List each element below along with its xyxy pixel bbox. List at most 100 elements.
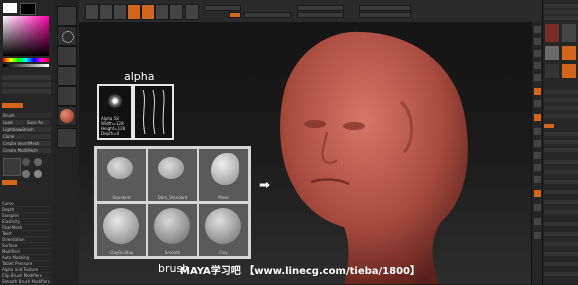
brush-thumb[interactable]: Move xyxy=(199,149,248,201)
brush-thumb[interactable]: Clay xyxy=(199,204,248,256)
subtool-row[interactable] xyxy=(544,272,578,276)
actual-button[interactable] xyxy=(534,74,541,81)
subtool-row[interactable] xyxy=(544,180,578,184)
alpha-stroke-preview[interactable] xyxy=(135,86,172,138)
tool-thumbnail[interactable] xyxy=(562,24,576,42)
tool-row[interactable] xyxy=(544,10,578,14)
scale-view-button[interactable] xyxy=(534,164,541,171)
color-row[interactable] xyxy=(2,82,51,87)
brush-preview-large[interactable] xyxy=(3,158,21,176)
draw-button[interactable] xyxy=(127,4,141,20)
transp-button[interactable] xyxy=(534,204,541,211)
stroke-slot-button[interactable] xyxy=(57,26,77,46)
subtool-row[interactable] xyxy=(544,190,578,194)
color-picker[interactable] xyxy=(3,16,49,56)
subtool-row[interactable] xyxy=(544,252,578,256)
tool-thumbnail[interactable] xyxy=(545,24,559,42)
tool-row[interactable] xyxy=(544,4,578,8)
brush-slot-button[interactable] xyxy=(57,6,77,26)
texture-swatch[interactable] xyxy=(20,3,36,15)
create-insertmesh-button[interactable]: Create InsertMesh xyxy=(2,141,51,146)
subtool-thumbnail[interactable] xyxy=(562,64,576,78)
toolbar-button[interactable] xyxy=(99,4,113,20)
spix-button[interactable] xyxy=(534,38,541,45)
brush-thumb[interactable]: Standard xyxy=(97,149,146,201)
persp-button[interactable] xyxy=(534,88,541,95)
brush-thumb[interactable]: Smooth xyxy=(148,204,197,256)
brush-thumb[interactable]: ClayBuildup xyxy=(97,204,146,256)
texture-slot-button[interactable] xyxy=(57,66,77,86)
subtool-thumbnail[interactable] xyxy=(545,64,559,78)
floor-button[interactable] xyxy=(534,100,541,107)
alpha-thumbnail[interactable]: Alpha 58 Width=128 Height=128 Depth=0 xyxy=(99,86,131,138)
subtool-row[interactable] xyxy=(544,232,578,236)
xyz-button[interactable] xyxy=(534,128,541,135)
mrgb-button[interactable] xyxy=(185,4,199,20)
subtool-row[interactable] xyxy=(544,210,578,214)
hue-bar[interactable] xyxy=(3,58,49,62)
color-row[interactable] xyxy=(2,89,51,94)
polyf-button[interactable] xyxy=(534,190,541,197)
frame-button[interactable] xyxy=(534,140,541,147)
subtool-row[interactable] xyxy=(544,98,578,102)
load-brush-button[interactable]: Load Brush xyxy=(2,120,25,125)
rotate-button[interactable] xyxy=(169,4,183,20)
focal-shift-slider[interactable] xyxy=(297,5,344,11)
subtool-row[interactable] xyxy=(544,222,578,226)
subtool-row[interactable] xyxy=(544,160,578,164)
subtool-row[interactable] xyxy=(544,114,578,118)
zadd-toggle[interactable] xyxy=(229,12,241,18)
scroll-button[interactable] xyxy=(534,50,541,57)
material-sphere-icon[interactable] xyxy=(57,106,77,126)
brush-preview-small[interactable] xyxy=(22,158,30,166)
subtool-row[interactable] xyxy=(544,148,578,152)
clone-button[interactable]: Clone xyxy=(2,134,51,139)
subtool-thumbnail[interactable] xyxy=(545,46,559,60)
top-toolbar xyxy=(79,0,542,23)
total-points-readout xyxy=(359,12,411,18)
scale-button[interactable] xyxy=(155,4,169,20)
brush-preview-small[interactable] xyxy=(22,170,30,178)
color-row[interactable] xyxy=(2,75,51,80)
z-intensity-slider[interactable] xyxy=(244,12,291,18)
subtool-thumbnail[interactable] xyxy=(562,46,576,60)
xpose-button[interactable] xyxy=(534,232,541,239)
rotate-view-button[interactable] xyxy=(534,176,541,183)
rgb-intensity-slider[interactable] xyxy=(204,5,241,11)
brush-preview-small[interactable] xyxy=(34,170,42,178)
lightbox-brush-button[interactable]: Lightbox▸Brush xyxy=(2,127,51,132)
draw-size-slider[interactable] xyxy=(297,12,344,18)
toolbar-button[interactable] xyxy=(113,4,127,20)
brush-preview-small[interactable] xyxy=(34,158,42,166)
alpha-panel: Alpha 58 Width=128 Height=128 Depth=0 xyxy=(97,84,174,140)
brush-thumb[interactable]: Dam_Standard xyxy=(148,149,197,201)
alpha-slot-button[interactable] xyxy=(57,46,77,66)
save-as-button[interactable]: Save As xyxy=(26,120,49,125)
brush-menu-title[interactable]: Brush xyxy=(2,113,51,118)
material-slot-button[interactable] xyxy=(57,86,77,106)
material-swatch[interactable] xyxy=(3,3,17,13)
subtool-row[interactable] xyxy=(544,132,578,136)
bpr-button[interactable] xyxy=(534,26,541,33)
local-button[interactable] xyxy=(534,114,541,121)
subtool-row[interactable] xyxy=(544,106,578,110)
tool-row[interactable] xyxy=(544,16,578,20)
solo-button[interactable] xyxy=(534,218,541,225)
subtool-row[interactable] xyxy=(544,200,578,204)
gray-ramp[interactable] xyxy=(3,64,49,67)
color-slot-button[interactable] xyxy=(57,128,77,148)
move-view-button[interactable] xyxy=(534,152,541,159)
list-item[interactable]: Smooth Brush Modifiers xyxy=(2,279,50,285)
subtool-row[interactable] xyxy=(544,170,578,174)
subtool-row[interactable] xyxy=(544,242,578,246)
color-row[interactable] xyxy=(2,103,23,108)
subtool-row[interactable] xyxy=(544,124,554,128)
subtool-row[interactable] xyxy=(544,90,578,94)
brush-option-accent[interactable] xyxy=(2,180,17,185)
subtool-row[interactable] xyxy=(544,140,578,144)
create-multimesh-button[interactable]: Create MultiMesh xyxy=(2,148,51,153)
toolbar-button[interactable] xyxy=(85,4,99,20)
subtool-row[interactable] xyxy=(544,262,578,266)
zoom-button[interactable] xyxy=(534,62,541,69)
move-button[interactable] xyxy=(141,4,155,20)
